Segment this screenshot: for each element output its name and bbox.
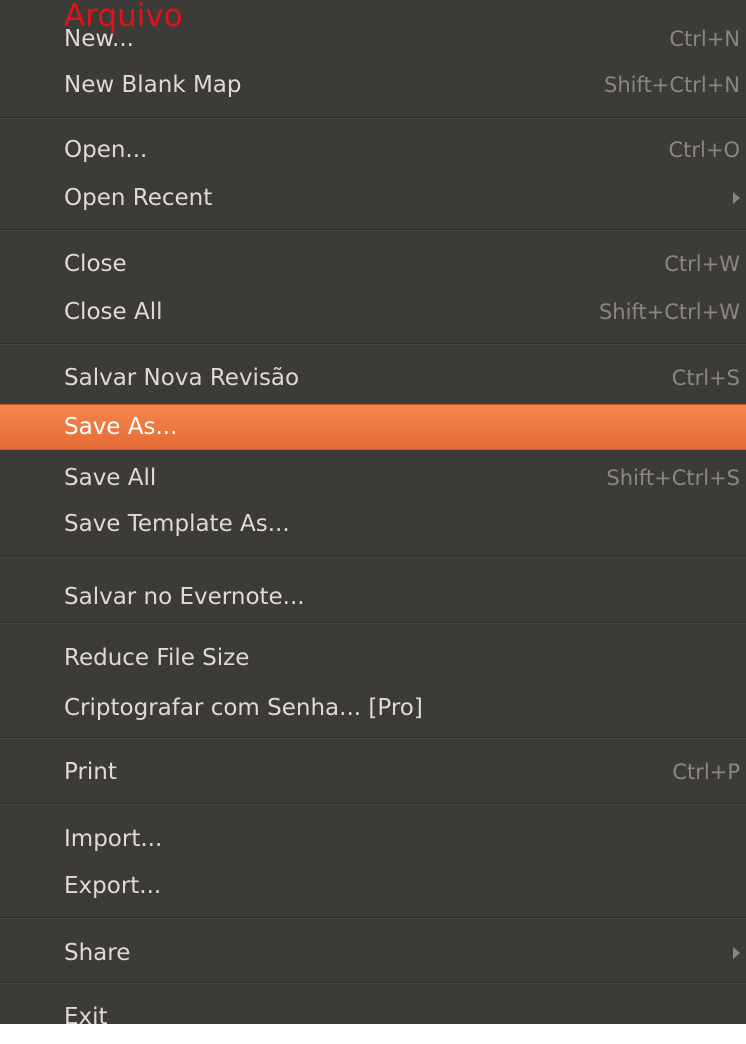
file-menu: New... Ctrl+N New Blank Map Shift+Ctrl+N… bbox=[0, 0, 746, 1024]
submenu-arrow-icon bbox=[733, 192, 740, 204]
menu-separator bbox=[0, 343, 746, 345]
menu-item-label: Open Recent bbox=[64, 185, 213, 211]
menu-item-shortcut: Ctrl+W bbox=[664, 252, 740, 276]
menu-item-label: Save All bbox=[64, 465, 157, 491]
menu-item-close[interactable]: Close Ctrl+W bbox=[0, 242, 746, 286]
menu-item-shortcut: Ctrl+P bbox=[672, 760, 740, 784]
menu-item-reduce-file-size[interactable]: Reduce File Size bbox=[0, 636, 746, 680]
menu-item-exit[interactable]: Exit bbox=[0, 996, 746, 1024]
menu-item-criptografar[interactable]: Criptografar com Senha... [Pro] bbox=[0, 686, 746, 730]
menu-item-shortcut: Shift+Ctrl+N bbox=[604, 73, 740, 97]
menu-item-shortcut: Ctrl+N bbox=[669, 27, 740, 51]
menu-item-shortcut: Ctrl+S bbox=[671, 366, 740, 390]
menu-item-label: Salvar Nova Revisão bbox=[64, 365, 300, 391]
menu-item-save-as[interactable]: Save As... bbox=[0, 404, 746, 450]
menu-item-label: Print bbox=[64, 759, 117, 785]
menu-separator bbox=[0, 229, 746, 231]
menu-item-label: Save As... bbox=[64, 414, 178, 440]
menu-separator bbox=[0, 737, 746, 739]
menu-item-label: Save Template As... bbox=[64, 511, 290, 537]
menu-separator bbox=[0, 982, 746, 984]
menu-item-label: Exit bbox=[64, 1004, 108, 1024]
menu-item-label: Criptografar com Senha... [Pro] bbox=[64, 695, 423, 721]
menu-separator bbox=[0, 117, 746, 119]
menu-item-new-blank-map[interactable]: New Blank Map Shift+Ctrl+N bbox=[0, 63, 746, 107]
submenu-arrow-icon bbox=[733, 947, 740, 959]
menu-item-shortcut: Shift+Ctrl+S bbox=[606, 466, 740, 490]
menu-item-import[interactable]: Import... bbox=[0, 817, 746, 861]
menu-item-label: Salvar no Evernote... bbox=[64, 584, 305, 610]
menu-item-label: Import... bbox=[64, 826, 163, 852]
menu-item-shortcut: Ctrl+O bbox=[668, 138, 741, 162]
menu-item-save-all[interactable]: Save All Shift+Ctrl+S bbox=[0, 456, 746, 500]
menu-item-label: Share bbox=[64, 940, 131, 966]
menu-item-print[interactable]: Print Ctrl+P bbox=[0, 750, 746, 794]
menu-item-label: New Blank Map bbox=[64, 72, 242, 98]
menu-item-salvar-nova-revisao[interactable]: Salvar Nova Revisão Ctrl+S bbox=[0, 356, 746, 400]
menu-separator bbox=[0, 803, 746, 805]
menu-item-label: Reduce File Size bbox=[64, 645, 250, 671]
menu-separator bbox=[0, 622, 746, 624]
menu-title-overlay: Arquivo bbox=[64, 0, 183, 34]
menu-item-close-all[interactable]: Close All Shift+Ctrl+W bbox=[0, 290, 746, 334]
menu-separator bbox=[0, 917, 746, 919]
menu-item-label: Close bbox=[64, 251, 127, 277]
menu-separator bbox=[0, 556, 746, 558]
menu-item-share[interactable]: Share bbox=[0, 931, 746, 975]
menu-item-save-template-as[interactable]: Save Template As... bbox=[0, 502, 746, 546]
menu-item-open[interactable]: Open... Ctrl+O bbox=[0, 128, 746, 172]
menu-item-label: Export... bbox=[64, 873, 162, 899]
menu-item-salvar-no-evernote[interactable]: Salvar no Evernote... bbox=[0, 575, 746, 619]
menu-item-export[interactable]: Export... bbox=[0, 864, 746, 908]
menu-item-label: Close All bbox=[64, 299, 163, 325]
menu-item-shortcut: Shift+Ctrl+W bbox=[598, 300, 740, 324]
menu-item-label: Open... bbox=[64, 137, 148, 163]
menu-item-open-recent[interactable]: Open Recent bbox=[0, 176, 746, 220]
